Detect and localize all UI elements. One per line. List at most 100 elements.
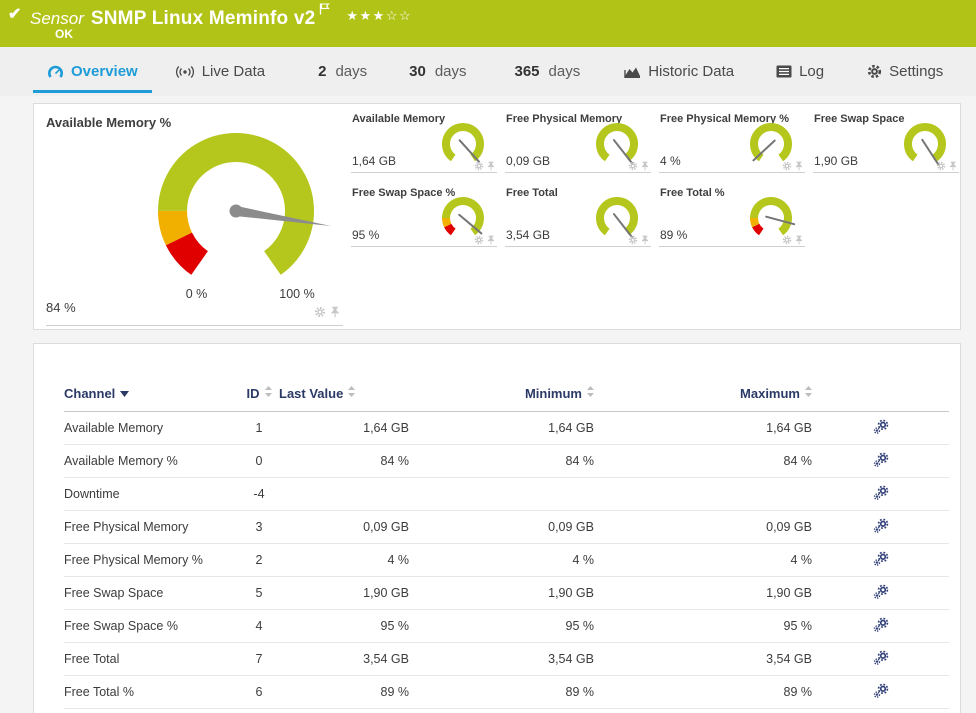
channel-actions — [812, 444, 949, 478]
mini-gauge-free-swap-space-percent: Free Swap Space % 95 % — [351, 187, 497, 247]
channel-minimum: 4 % — [409, 543, 594, 577]
channel-actions — [812, 576, 949, 610]
channel-last-value — [279, 477, 409, 511]
tab-settings[interactable]: Settings — [853, 47, 957, 96]
channel-id: 5 — [239, 576, 279, 610]
channel-minimum: 84 % — [409, 444, 594, 478]
gear-icon[interactable] — [936, 161, 946, 171]
channel-actions — [812, 609, 949, 643]
mini-gauges-grid: Available Memory 1,64 GB Free Physical M… — [351, 113, 967, 247]
channel-actions — [812, 510, 949, 544]
pin-icon[interactable] — [640, 235, 650, 245]
mini-gauge-value: 1,64 GB — [352, 154, 397, 168]
channel-settings-icon[interactable] — [873, 683, 889, 699]
sort-icon — [348, 386, 356, 397]
column-header-channel[interactable]: Channel — [64, 382, 239, 412]
sensor-titleline: Sensor SNMP Linux Meminfo v2 ★★★☆☆ — [30, 2, 412, 30]
pin-icon[interactable] — [329, 306, 341, 318]
mini-gauge-value: 4 % — [660, 154, 681, 168]
gear-icon[interactable] — [474, 235, 484, 245]
channel-id: 2 — [239, 543, 279, 577]
gear-icon[interactable] — [314, 306, 326, 318]
channel-settings-icon[interactable] — [873, 551, 889, 567]
divider — [46, 325, 343, 326]
channel-maximum: 1,64 GB — [594, 411, 812, 445]
channel-row: Free Swap Space 5 1,90 GB 1,90 GB 1,90 GB — [64, 576, 949, 610]
tab-historic-data[interactable]: Historic Data — [610, 47, 748, 96]
pin-icon[interactable] — [486, 235, 496, 245]
channel-actions — [812, 642, 949, 676]
pin-icon[interactable] — [486, 161, 496, 171]
live-signal-icon — [175, 65, 194, 78]
sort-desc-icon — [120, 391, 130, 397]
tab-live-data[interactable]: Live Data — [161, 47, 279, 96]
channel-settings-icon[interactable] — [873, 650, 889, 666]
sensor-kind-label: Sensor — [30, 9, 84, 28]
pin-icon[interactable] — [794, 235, 804, 245]
sensor-title: SNMP Linux Meminfo v2 — [90, 8, 316, 29]
channel-minimum — [409, 477, 594, 511]
channel-settings-icon[interactable] — [873, 617, 889, 633]
channel-maximum: 1,90 GB — [594, 576, 812, 610]
channel-settings-icon[interactable] — [873, 419, 889, 435]
mini-gauge-free-swap-space: Free Swap Space 1,90 GB — [813, 113, 959, 173]
channel-name: Available Memory % — [64, 444, 239, 478]
pin-icon[interactable] — [948, 161, 958, 171]
channel-last-value: 3,54 GB — [279, 642, 409, 676]
sort-icon — [587, 386, 594, 397]
column-header-last-value[interactable]: Last Value — [279, 382, 409, 412]
mini-gauge-title: Free Total — [506, 187, 558, 199]
column-header-maximum[interactable]: Maximum — [594, 382, 812, 412]
gear-icon[interactable] — [782, 161, 792, 171]
channel-row: Free Swap Space % 4 95 % 95 % 95 % — [64, 609, 949, 643]
tab-2-days[interactable]: 2 days — [304, 47, 381, 96]
flag-icon[interactable] — [319, 2, 331, 20]
channel-settings-icon[interactable] — [873, 584, 889, 600]
sensor-header: ✔ Sensor SNMP Linux Meminfo v2 ★★★☆☆ OK — [0, 0, 976, 47]
channel-id: 6 — [239, 675, 279, 709]
tab-overview[interactable]: Overview — [33, 47, 152, 96]
channel-row: Free Physical Memory % 2 4 % 4 % 4 % — [64, 543, 949, 577]
mini-gauge-available-memory: Available Memory 1,64 GB — [351, 113, 497, 173]
channel-minimum: 89 % — [409, 675, 594, 709]
channel-settings-icon[interactable] — [873, 485, 889, 501]
channel-settings-icon[interactable] — [873, 518, 889, 534]
channel-actions — [812, 543, 949, 577]
channel-name: Available Memory — [64, 411, 239, 445]
tab-30-days[interactable]: 30 days — [395, 47, 480, 96]
pin-icon[interactable] — [794, 161, 804, 171]
gear-icon[interactable] — [628, 161, 638, 171]
channel-name: Free Physical Memory % — [64, 543, 239, 577]
pin-icon[interactable] — [640, 161, 650, 171]
channel-minimum: 3,54 GB — [409, 642, 594, 676]
priority-stars[interactable]: ★★★☆☆ — [346, 8, 412, 23]
main-gauge-value: 84 % — [46, 300, 76, 315]
channel-row: Free Total % 6 89 % 89 % 89 % — [64, 675, 949, 709]
tab-365-days[interactable]: 365 days — [501, 47, 595, 96]
gear-icon[interactable] — [782, 235, 792, 245]
channel-row: Downtime -4 — [64, 477, 949, 511]
channel-name: Free Swap Space % — [64, 609, 239, 643]
channel-last-value: 95 % — [279, 609, 409, 643]
gear-icon[interactable] — [474, 161, 484, 171]
channel-settings-icon[interactable] — [873, 452, 889, 468]
column-header-id[interactable]: ID — [239, 382, 279, 412]
channel-actions — [812, 675, 949, 709]
channel-row: Available Memory % 0 84 % 84 % 84 % — [64, 444, 949, 478]
channel-minimum: 95 % — [409, 609, 594, 643]
tab-log[interactable]: Log — [762, 47, 838, 96]
mini-gauge-value: 95 % — [352, 228, 380, 242]
mini-gauge-free-total-percent: Free Total % 89 % — [659, 187, 805, 247]
status-check-icon: ✔ — [8, 6, 22, 23]
gear-icon[interactable] — [628, 235, 638, 245]
channel-name: Free Total — [64, 642, 239, 676]
mini-gauge-title: Free Total % — [660, 187, 725, 199]
channel-id: 3 — [239, 510, 279, 544]
mini-gauge-free-physical-memory-percent: Free Physical Memory % 4 % — [659, 113, 805, 173]
channel-name: Free Swap Space — [64, 576, 239, 610]
column-header-minimum[interactable]: Minimum — [409, 382, 594, 412]
log-list-icon — [776, 65, 792, 78]
channel-maximum: 95 % — [594, 609, 812, 643]
channel-actions — [812, 477, 949, 511]
mini-gauge-title: Free Swap Space — [814, 113, 905, 125]
